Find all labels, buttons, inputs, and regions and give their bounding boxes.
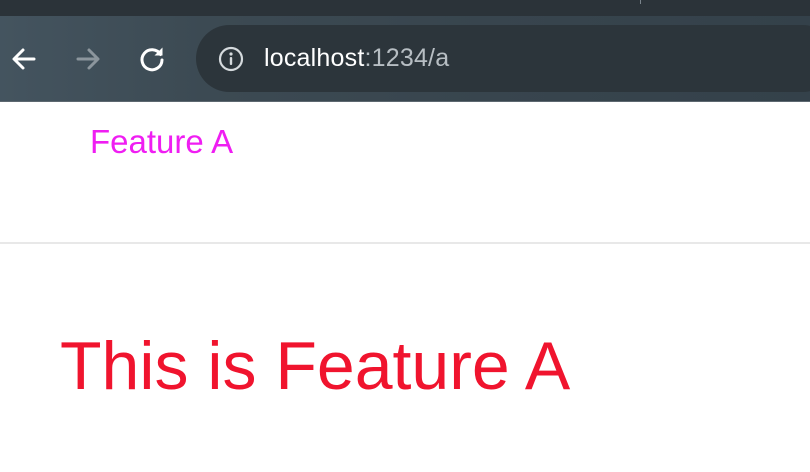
arrow-left-icon bbox=[12, 48, 36, 70]
url-path: :1234/a bbox=[364, 44, 450, 72]
back-button[interactable] bbox=[7, 42, 41, 76]
feature-a-link[interactable]: Feature A bbox=[90, 122, 233, 162]
arrow-right-icon bbox=[76, 48, 100, 70]
info-icon[interactable] bbox=[218, 46, 244, 72]
page-content: Feature A This is Feature A bbox=[0, 102, 810, 472]
page-heading: This is Feature A bbox=[60, 328, 571, 404]
reload-icon bbox=[140, 47, 164, 72]
url-text[interactable]: localhost:1234/a bbox=[264, 41, 449, 75]
browser-toolbar: localhost:1234/a bbox=[0, 16, 810, 102]
forward-button[interactable] bbox=[71, 42, 105, 76]
tab-separator bbox=[640, 0, 641, 4]
reload-button[interactable] bbox=[135, 42, 169, 76]
nav-divider bbox=[0, 242, 810, 244]
browser-title-bar bbox=[0, 0, 810, 16]
address-bar[interactable]: localhost:1234/a bbox=[196, 25, 810, 92]
url-host: localhost bbox=[264, 44, 365, 72]
